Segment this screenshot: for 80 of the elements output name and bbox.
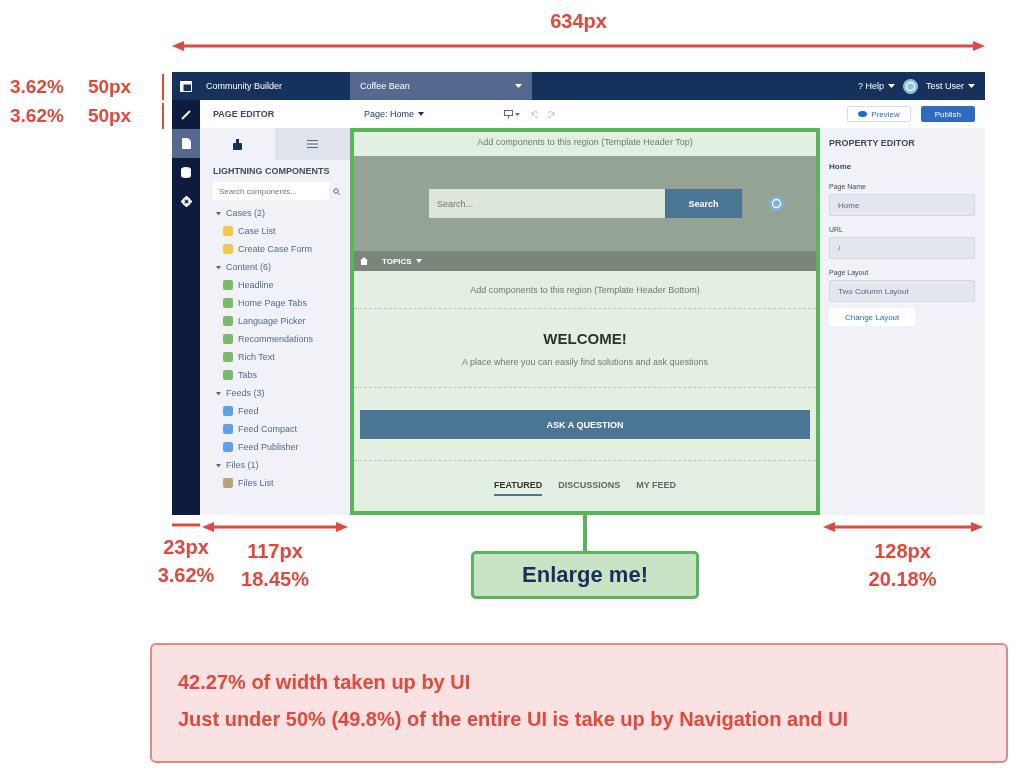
summary-text: Just under 50% (49.8%) of the entire UI is take up by Navigation and UI bbox=[178, 708, 850, 731]
region-hint: Add components to this region (Template Header Top) bbox=[476, 136, 694, 149]
avatar-icon bbox=[903, 78, 918, 94]
caret-icon[interactable] bbox=[215, 209, 222, 217]
caret-icon bbox=[968, 83, 975, 89]
component-item[interactable]: Feed Publisher bbox=[213, 438, 340, 456]
help-menu[interactable]: ? Help bbox=[857, 81, 895, 91]
welcome-title: WELCOME! bbox=[543, 329, 627, 347]
search-button[interactable]: Search bbox=[665, 189, 742, 218]
component-item[interactable]: Create Case Form bbox=[213, 240, 340, 258]
caret-icon bbox=[415, 259, 422, 263]
component-item[interactable]: Tabs bbox=[213, 366, 340, 384]
site-selector[interactable]: Coffee Bean bbox=[350, 72, 532, 100]
section-heading: LIGHTNING COMPONENTS bbox=[213, 166, 331, 176]
ask-question-button[interactable]: ASK A QUESTION bbox=[360, 410, 810, 439]
brush-icon bbox=[181, 109, 191, 120]
component-item[interactable]: Headline bbox=[213, 276, 340, 294]
pixel-label: 128px bbox=[874, 541, 931, 561]
monitor-icon[interactable] bbox=[504, 109, 522, 119]
caret-icon[interactable] bbox=[215, 461, 222, 469]
component-item[interactable]: Recommendations bbox=[213, 330, 340, 348]
preview-button[interactable]: Preview bbox=[847, 106, 911, 122]
feed-tab[interactable]: MY FEED bbox=[636, 476, 677, 496]
percent-label: 3.62% bbox=[157, 565, 215, 585]
avatar-icon bbox=[769, 196, 784, 211]
topics-menu[interactable]: TOPICS bbox=[382, 256, 422, 266]
component-item[interactable]: Home Page Tabs bbox=[213, 294, 340, 312]
eye-icon bbox=[858, 111, 868, 117]
group-label[interactable]: Cases (2) bbox=[226, 208, 265, 218]
input-field[interactable]: Two Column Layout bbox=[829, 280, 975, 302]
width-label: 634px bbox=[550, 10, 607, 33]
user-menu[interactable]: Test User bbox=[926, 81, 975, 91]
welcome-subtitle: A place where you can easily find solutions and ask questions bbox=[461, 356, 709, 367]
app-title: Community Builder bbox=[206, 81, 283, 91]
component-item[interactable]: Language Picker bbox=[213, 312, 340, 330]
percent-label: 18.45% bbox=[241, 569, 309, 589]
page-icon bbox=[181, 138, 191, 149]
percent-label: 20.18% bbox=[868, 569, 937, 589]
pixel-label: 50px bbox=[87, 105, 132, 127]
input-field[interactable]: / bbox=[829, 237, 975, 259]
caret-icon[interactable] bbox=[215, 389, 222, 397]
component-item[interactable]: Feed Compact bbox=[213, 420, 340, 438]
summary-text: 42.27% of width taken up by UI bbox=[178, 671, 472, 694]
percent-label: 3.62% bbox=[10, 105, 64, 127]
caret-icon bbox=[888, 83, 895, 89]
component-item[interactable]: Rich Text bbox=[213, 348, 340, 366]
caret-icon bbox=[418, 112, 425, 116]
group-label[interactable]: Feeds (3) bbox=[226, 388, 265, 398]
group-label[interactable]: Files (1) bbox=[226, 460, 259, 470]
panel-title: PAGE EDITOR bbox=[200, 100, 350, 128]
region-hint: Add components to this region (Template Header Bottom) bbox=[354, 271, 816, 309]
dimension-line bbox=[172, 521, 200, 529]
panel-title: PROPERTY EDITOR bbox=[829, 138, 916, 148]
percent-label: 3.62% bbox=[10, 76, 64, 98]
layout-icon bbox=[180, 80, 192, 92]
component-item[interactable]: Files List bbox=[213, 474, 340, 492]
search-field[interactable]: Search... bbox=[429, 189, 665, 218]
pixel-label: 23px bbox=[163, 537, 209, 557]
list-icon bbox=[307, 140, 318, 148]
feed-tab[interactable]: FEATURED bbox=[493, 476, 543, 496]
publish-button[interactable]: Publish bbox=[920, 106, 975, 122]
caret-icon bbox=[515, 83, 522, 89]
callout-box: Enlarge me! bbox=[471, 551, 699, 599]
page-selector[interactable]: Page: Home bbox=[364, 109, 425, 119]
group-label[interactable]: Content (6) bbox=[226, 262, 272, 272]
component-item[interactable]: Feed bbox=[213, 402, 340, 420]
component-item[interactable]: Case List bbox=[213, 222, 340, 240]
stack-icon bbox=[181, 167, 191, 178]
search-icon bbox=[333, 187, 340, 195]
pixel-label: 50px bbox=[87, 76, 132, 98]
feed-tab[interactable]: DISCUSSIONS bbox=[558, 476, 621, 496]
pixel-label: 117px bbox=[247, 541, 303, 561]
search-field[interactable]: Search components... bbox=[213, 182, 329, 200]
input-field[interactable]: Home bbox=[829, 194, 975, 216]
settings-icon bbox=[180, 196, 192, 207]
caret-icon[interactable] bbox=[215, 263, 222, 271]
home-icon[interactable] bbox=[360, 257, 368, 265]
change-layout-button[interactable]: Change Layout bbox=[829, 308, 916, 326]
thumbs-up-icon bbox=[233, 138, 242, 150]
page-heading: Home bbox=[829, 162, 853, 171]
